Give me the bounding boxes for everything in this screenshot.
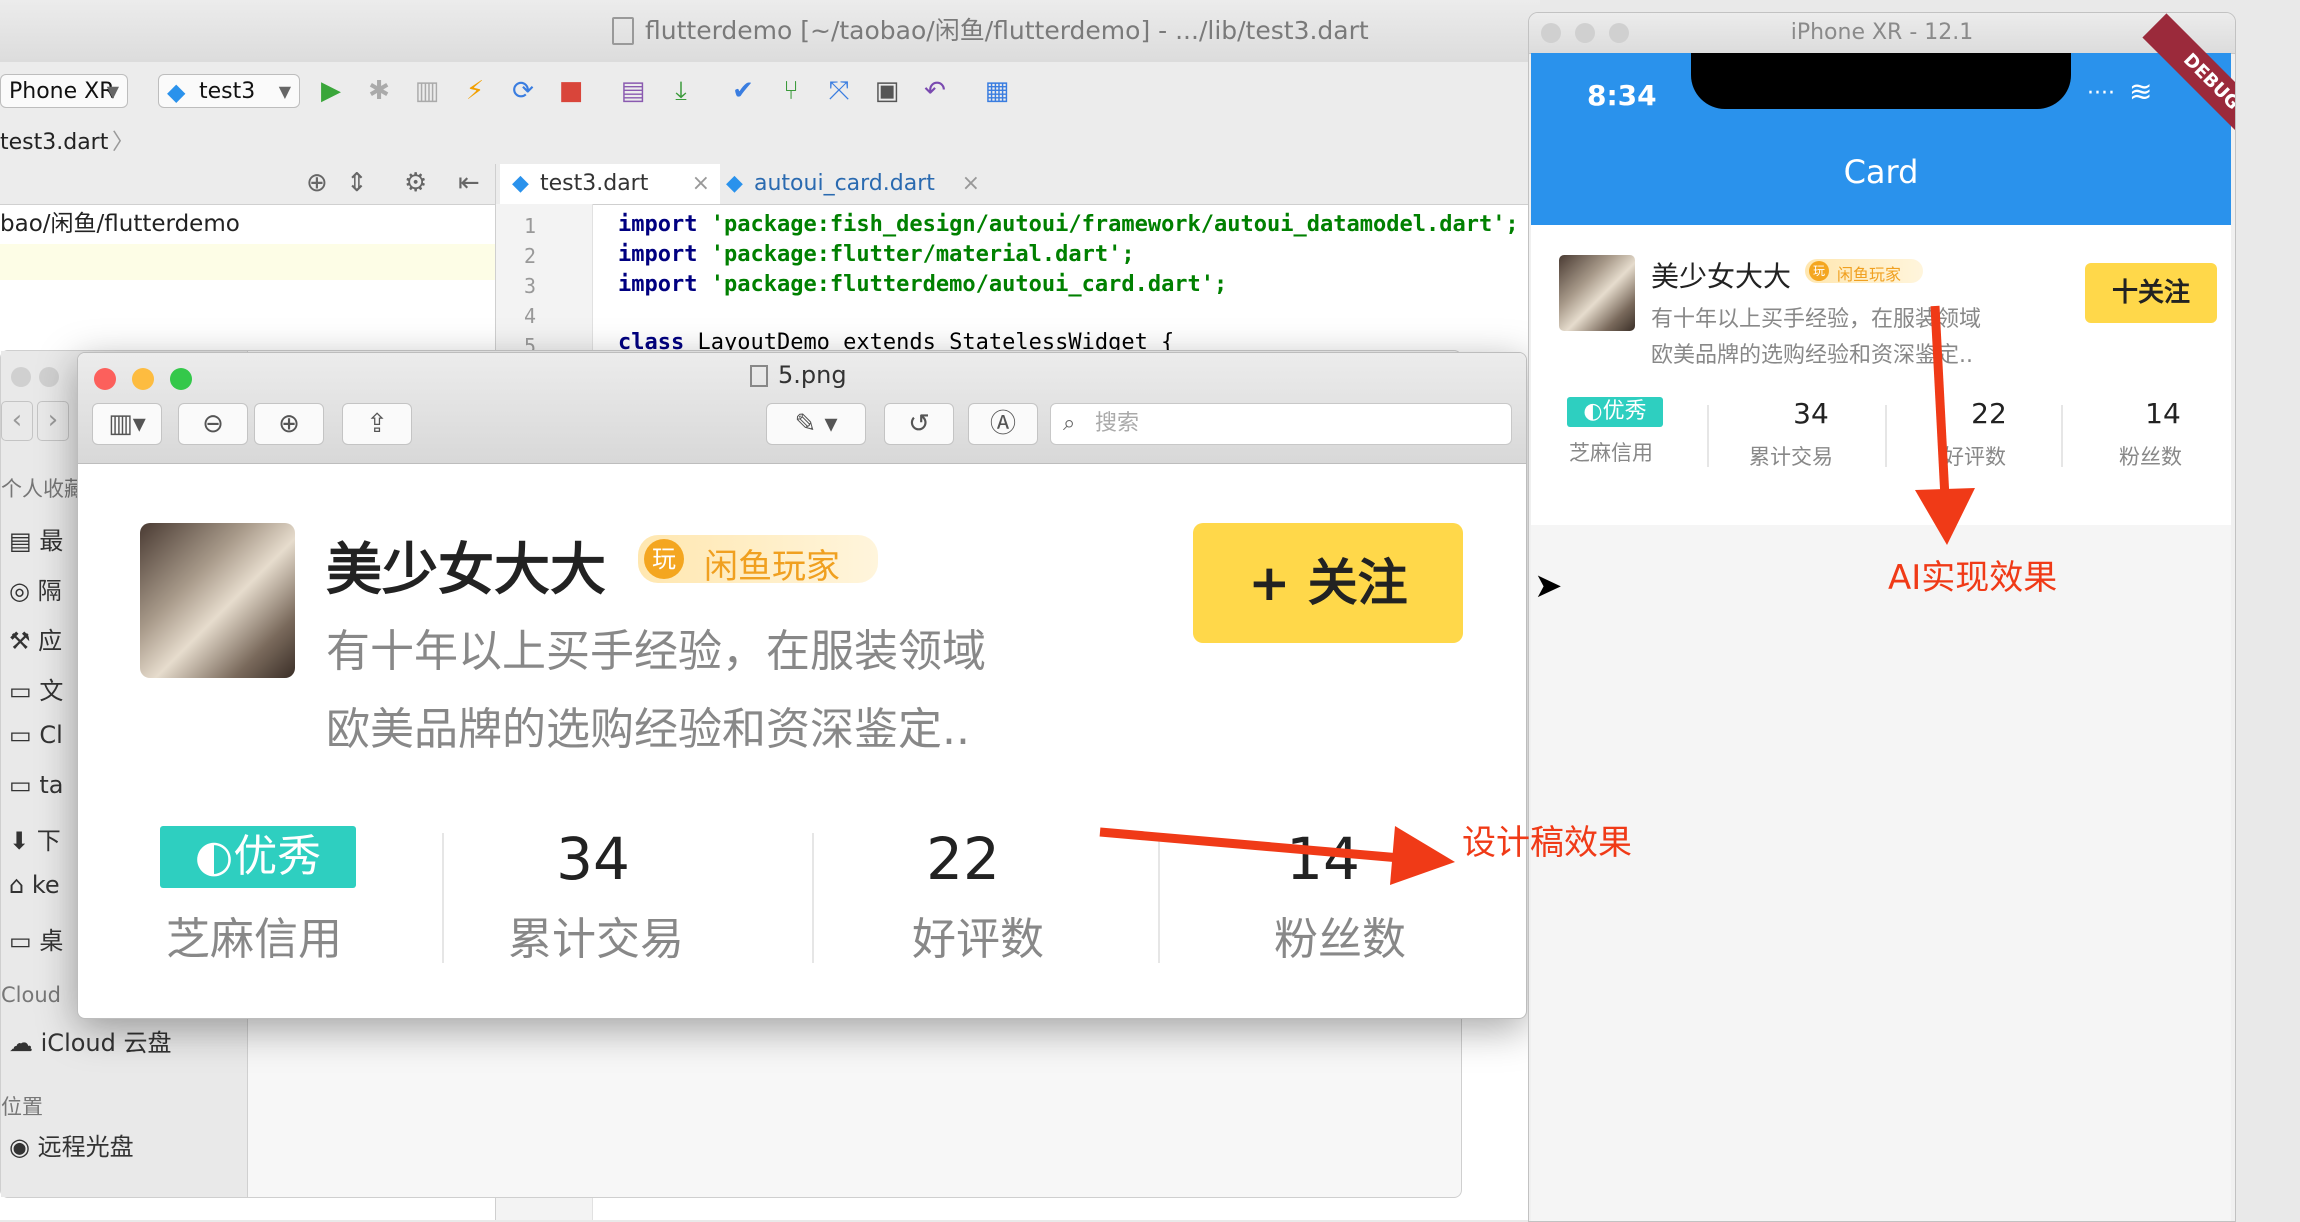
annotation-arrows [1099,305,1975,885]
ai-arrow [1915,305,1975,545]
design-result-label: 设计稿效果 [1462,823,1632,863]
ai-result-label: AI实现效果 [1888,558,2058,598]
design-arrow [1099,826,1455,885]
